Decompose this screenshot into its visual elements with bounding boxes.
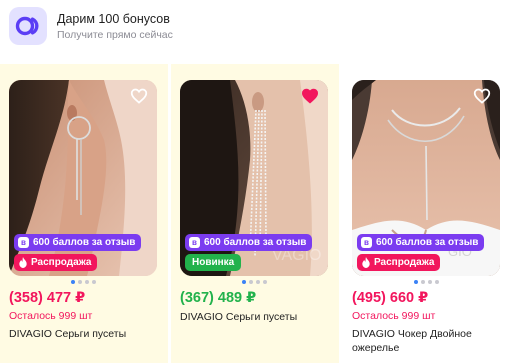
pager-dot bbox=[434, 280, 439, 284]
review-points-badge: в 600 баллов за отзыв bbox=[14, 234, 142, 251]
review-points-label: 600 баллов за отзыв bbox=[376, 237, 479, 248]
points-icon: в bbox=[189, 237, 200, 248]
promo-banner[interactable]: Дарим 100 бонусов Получите прямо сейчас bbox=[0, 0, 506, 52]
product-photo[interactable]: в 600 баллов за отзыв Распродажа bbox=[9, 80, 157, 276]
product-photo[interactable]: VAGIO в 600 баллов за отзыв Новинка bbox=[180, 80, 328, 276]
pager-dot bbox=[241, 280, 246, 284]
review-points-label: 600 баллов за отзыв bbox=[33, 237, 136, 248]
pager-dot bbox=[70, 280, 75, 284]
product-card[interactable]: в 600 баллов за отзыв Распродажа (358) 4… bbox=[0, 64, 168, 363]
review-points-badge: в 600 баллов за отзыв bbox=[185, 234, 313, 251]
promo-title: Дарим 100 бонусов bbox=[57, 11, 170, 26]
product-grid: в 600 баллов за отзыв Распродажа (358) 4… bbox=[0, 64, 506, 363]
photo-pager bbox=[343, 280, 506, 284]
product-card[interactable]: VAGIO в 600 баллов за отзыв Новинка (367… bbox=[171, 64, 339, 363]
fire-icon bbox=[19, 257, 27, 268]
stock-remaining: Осталось 999 шт bbox=[352, 310, 436, 322]
sale-badge-label: Распродажа bbox=[31, 257, 92, 268]
pager-dot bbox=[262, 280, 267, 284]
product-price: (495) 660 ₽ bbox=[352, 290, 429, 306]
product-card[interactable]: GIO в 600 баллов за отзыв Распродажа (49… bbox=[343, 64, 506, 363]
photo-pager bbox=[0, 280, 166, 284]
sale-badge: Распродажа bbox=[14, 254, 98, 271]
new-badge: Новинка bbox=[185, 254, 242, 271]
pager-dot bbox=[420, 280, 425, 284]
review-points-badge: в 600 баллов за отзыв bbox=[357, 234, 485, 251]
points-icon: в bbox=[18, 237, 29, 248]
review-points-label: 600 баллов за отзыв bbox=[204, 237, 307, 248]
pager-dot bbox=[255, 280, 260, 284]
pager-dot bbox=[413, 280, 418, 284]
bonus-logo-icon bbox=[9, 7, 47, 45]
pager-dot bbox=[248, 280, 253, 284]
sale-badge: Распродажа bbox=[357, 254, 441, 271]
new-badge-label: Новинка bbox=[192, 257, 235, 268]
points-icon: в bbox=[361, 237, 372, 248]
pager-dot bbox=[77, 280, 82, 284]
fire-icon bbox=[362, 257, 370, 268]
product-price: (367) 489 ₽ bbox=[180, 290, 257, 306]
product-name[interactable]: DIVAGIO Чокер Двойное ожерелье bbox=[352, 327, 506, 355]
pager-dot bbox=[427, 280, 432, 284]
photo-pager bbox=[171, 280, 337, 284]
product-price: (358) 477 ₽ bbox=[9, 290, 86, 306]
promo-subtitle: Получите прямо сейчас bbox=[57, 28, 173, 41]
favorite-heart-icon[interactable] bbox=[301, 88, 319, 104]
favorite-heart-icon[interactable] bbox=[130, 88, 148, 104]
product-photo[interactable]: GIO в 600 баллов за отзыв Распродажа bbox=[352, 80, 500, 276]
favorite-heart-icon[interactable] bbox=[473, 88, 491, 104]
product-name[interactable]: DIVAGIO Серьги пусеты bbox=[9, 327, 164, 341]
pager-dot bbox=[91, 280, 96, 284]
stock-remaining: Осталось 999 шт bbox=[9, 310, 93, 322]
product-name[interactable]: DIVAGIO Серьги пусеты bbox=[180, 310, 335, 324]
pager-dot bbox=[84, 280, 89, 284]
sale-badge-label: Распродажа bbox=[374, 257, 435, 268]
